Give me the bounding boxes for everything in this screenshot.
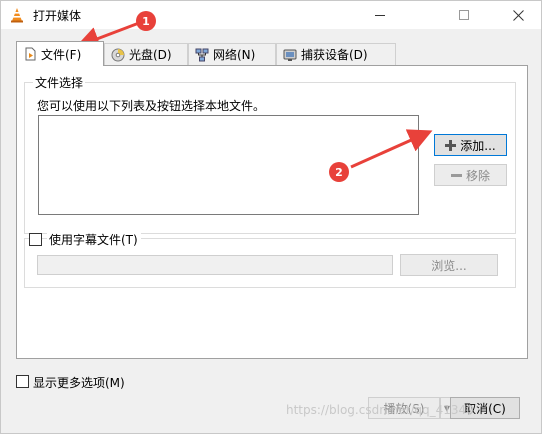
plus-icon [445,139,457,151]
browse-button[interactable]: 浏览... [400,254,498,276]
tab-capture-device-label: 捕获设备(D) [301,48,368,62]
close-icon [512,9,524,21]
file-selection-group: 文件选择 您可以使用以下列表及按钮选择本地文件。 添加... 移除 [24,74,516,234]
add-file-label: 添加... [460,138,496,153]
open-media-dialog: 打开媒体 文件(F) 光盘(D) 网络(N) 捕获设备(D) 文件选择 您可以使… [0,0,542,434]
close-button[interactable] [495,1,541,29]
browse-label: 浏览... [431,258,467,273]
subtitle-file-input[interactable] [37,255,393,275]
tab-disc[interactable]: 光盘(D) [104,43,188,65]
network-icon [195,48,209,61]
minimize-icon [375,14,385,16]
tab-capture-device[interactable]: 捕获设备(D) [276,43,396,65]
file-selection-legend: 文件选择 [33,74,86,91]
capture-device-icon [283,49,297,61]
tab-file-label: 文件(F) [41,47,82,62]
more-options-checkbox[interactable] [16,375,29,388]
tab-file[interactable]: 文件(F) [16,41,104,66]
window-title: 打开媒体 [33,9,82,23]
tab-panel-file: 文件选择 您可以使用以下列表及按钮选择本地文件。 添加... 移除 使用字幕文件… [16,65,528,359]
annotation-badge-2: 2 [329,162,349,182]
title-bar: 打开媒体 [1,1,541,29]
file-selection-description: 您可以使用以下列表及按钮选择本地文件。 [37,99,266,113]
disc-icon [111,48,125,61]
annotation-badge-1: 1 [136,11,156,31]
file-icon [25,47,36,61]
tab-network[interactable]: 网络(N) [188,43,276,65]
more-options-label[interactable]: 显示更多选项(M) [33,374,125,391]
tab-network-label: 网络(N) [213,48,256,62]
remove-file-button[interactable]: 移除 [434,164,507,186]
minus-icon [450,173,462,177]
maximize-button[interactable] [441,1,487,29]
tab-disc-label: 光盘(D) [129,48,172,62]
remove-file-label: 移除 [465,168,490,183]
add-file-button[interactable]: 添加... [434,134,507,156]
watermark: https://blog.csdn.net/qq_41340 [286,403,474,417]
minimize-button[interactable] [357,1,403,29]
subtitle-checkbox[interactable] [29,233,42,246]
subtitle-checkbox-label[interactable]: 使用字幕文件(T) [47,231,141,248]
file-list[interactable] [38,115,419,215]
maximize-icon [459,10,469,20]
vlc-cone-icon [11,8,23,23]
